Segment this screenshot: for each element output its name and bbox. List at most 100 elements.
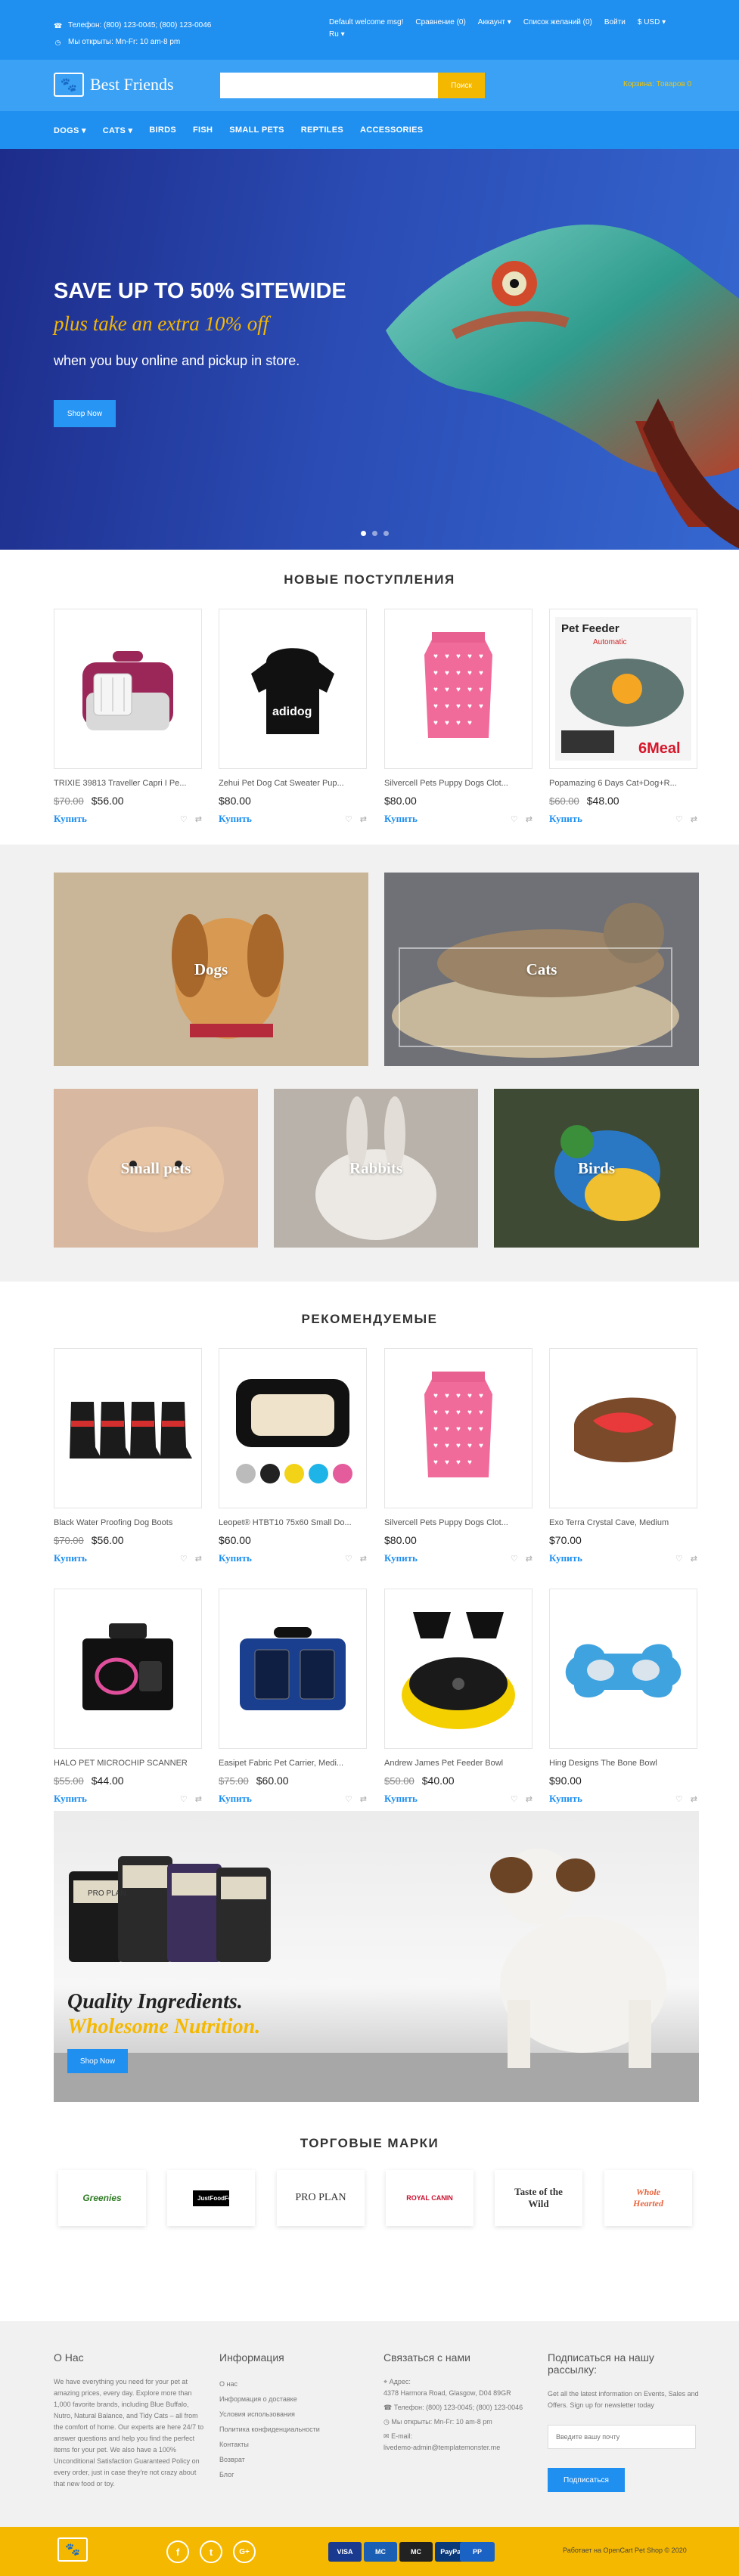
buy-button[interactable]: Купить [549,813,582,825]
product-image[interactable] [219,1348,367,1508]
product-name[interactable]: Popamazing 6 Days Cat+Dog+R... [549,779,693,788]
nav-fish[interactable]: FISH [193,126,213,135]
nav-dogs[interactable]: DOGS ▾ [54,126,86,135]
heart-icon[interactable]: ♡ [675,1794,683,1804]
buy-button[interactable]: Купить [54,813,87,825]
product-card[interactable]: Hing Designs The Bone Bowl $90.00 Купить ♡ ⇄ [549,1589,697,1805]
logo[interactable]: 🐾 Best Friends [54,73,174,97]
footer-info-link[interactable]: О нас [219,2376,356,2392]
footer-info-link[interactable]: Условия использования [219,2407,356,2422]
category-dogs[interactable]: Dogs [54,873,368,1066]
compare-icon[interactable]: ⇄ [195,814,202,824]
brand-pro-plan[interactable]: PRO PLAN [277,2170,365,2226]
product-name[interactable]: Easipet Fabric Pet Carrier, Medi... [219,1759,362,1768]
buy-button[interactable]: Купить [219,1793,252,1805]
compare-link[interactable]: Сравнение (0) [415,17,465,28]
footer-info-link[interactable]: Информация о доставке [219,2392,356,2407]
paw-house-icon[interactable]: 🐾 [57,2537,88,2562]
compare-icon[interactable]: ⇄ [691,814,697,824]
product-name[interactable]: HALO PET MICROCHIP SCANNER [54,1759,197,1768]
buy-button[interactable]: Купить [384,1793,418,1805]
buy-button[interactable]: Купить [549,1793,582,1805]
brand-whole-hearted[interactable]: Whole Hearted [604,2170,692,2226]
product-image[interactable] [549,1348,697,1508]
language-select[interactable]: Ru ▾ [329,30,345,39]
product-name[interactable]: Andrew James Pet Feeder Bowl [384,1759,528,1768]
product-card[interactable]: Pet Feeder Automatic 6Meal Popamazing 6 Day… [549,609,697,825]
hero-shop-now-button[interactable]: Shop Now [54,400,116,427]
brand-greenies[interactable]: Greenies [58,2170,146,2226]
product-image[interactable] [219,1589,367,1749]
heart-icon[interactable]: ♡ [511,814,518,824]
login-link[interactable]: Войти [604,17,626,28]
category-rabbits[interactable]: Rabbits [274,1089,478,1248]
slider-dot[interactable] [361,531,366,536]
category-cats[interactable]: Cats [384,873,699,1066]
product-card[interactable]: ♥ ♥ ♥ ♥ ♥ ♥ ♥ ♥ ♥ ♥ ♥ ♥ ♥ ♥ ♥ ♥ ♥ ♥ ♥ ♥ ♥ ♥ ♥ ♥ Silvercell Pets … [384,609,533,825]
footer-info-link[interactable]: Контакты [219,2437,356,2452]
buy-button[interactable]: Купить [54,1793,87,1805]
brand-justfood[interactable]: JustFoodForDogs [167,2170,255,2226]
product-name[interactable]: TRIXIE 39813 Traveller Capri I Pe... [54,779,197,788]
buy-button[interactable]: Купить [549,1552,582,1564]
product-image[interactable]: adidog [219,609,367,769]
twitter-icon[interactable]: t [200,2540,222,2563]
search-button[interactable]: Поиск [438,73,485,98]
compare-icon[interactable]: ⇄ [195,1794,202,1804]
category-birds[interactable]: Birds [494,1089,699,1248]
heart-icon[interactable]: ♡ [180,1554,188,1564]
heart-icon[interactable]: ♡ [675,814,683,824]
compare-icon[interactable]: ⇄ [360,1794,367,1804]
buy-button[interactable]: Купить [384,813,418,825]
buy-button[interactable]: Купить [219,813,252,825]
footer-info-link[interactable]: Политика конфиденциальности [219,2422,356,2437]
google-plus-icon[interactable]: G+ [233,2540,256,2563]
product-image[interactable] [54,609,202,769]
brand-royal-canin[interactable]: ROYAL CANIN [386,2170,474,2226]
product-image[interactable] [54,1348,202,1508]
heart-icon[interactable]: ♡ [345,814,352,824]
compare-icon[interactable]: ⇄ [526,1554,533,1564]
nav-small-pets[interactable]: SMALL PETS [229,126,284,135]
product-image[interactable]: Pet Feeder Automatic 6Meal [549,609,697,769]
product-card[interactable]: ♥ ♥ ♥ ♥ ♥ ♥ ♥ ♥ ♥ ♥ ♥ ♥ ♥ ♥ ♥ ♥ ♥ ♥ ♥ ♥ ♥ ♥ ♥ ♥ Silvercell Pets … [384,1348,533,1564]
compare-icon[interactable]: ⇄ [360,1554,367,1564]
footer-info-link[interactable]: Блог [219,2467,356,2482]
compare-icon[interactable]: ⇄ [195,1554,202,1564]
product-card[interactable]: Easipet Fabric Pet Carrier, Medi... $75.0… [219,1589,367,1805]
heart-icon[interactable]: ♡ [511,1554,518,1564]
product-image[interactable]: ♥ ♥ ♥ ♥ ♥ ♥ ♥ ♥ ♥ ♥ ♥ ♥ ♥ ♥ ♥ ♥ ♥ ♥ ♥ ♥ ♥ ♥ ♥ ♥ [384,609,533,769]
product-name[interactable]: Silvercell Pets Puppy Dogs Clot... [384,1518,528,1527]
nav-birds[interactable]: BIRDS [149,126,176,135]
buy-button[interactable]: Купить [384,1552,418,1564]
footer-info-link[interactable]: Возврат [219,2452,356,2467]
buy-button[interactable]: Купить [219,1552,252,1564]
search-input[interactable] [220,73,438,98]
nav-cats[interactable]: CATS ▾ [103,126,133,135]
heart-icon[interactable]: ♡ [345,1794,352,1804]
facebook-icon[interactable]: f [166,2540,189,2563]
newsletter-subscribe-button[interactable]: Подписаться [548,2468,625,2492]
product-name[interactable]: Exo Terra Crystal Cave, Medium [549,1518,693,1527]
nav-accessories[interactable]: ACCESSORIES [360,126,423,135]
product-card[interactable]: Exo Terra Crystal Cave, Medium $70.00 Купи… [549,1348,697,1564]
product-card[interactable]: HALO PET MICROCHIP SCANNER $55.00 $44.00 Ку… [54,1589,202,1805]
heart-icon[interactable]: ♡ [180,814,188,824]
product-card[interactable]: TRIXIE 39813 Traveller Capri I Pe... $70.… [54,609,202,825]
compare-icon[interactable]: ⇄ [360,814,367,824]
account-menu[interactable]: Аккаунт ▾ [478,17,511,28]
slider-dot[interactable] [372,531,377,536]
currency-select[interactable]: $ USD ▾ [638,17,666,28]
product-name[interactable]: Silvercell Pets Puppy Dogs Clot... [384,779,528,788]
heart-icon[interactable]: ♡ [511,1794,518,1804]
product-card[interactable]: Andrew James Pet Feeder Bowl $50.00 $40.00… [384,1589,533,1805]
wishlist-link[interactable]: Список желаний (0) [523,17,592,28]
product-image[interactable] [54,1589,202,1749]
product-card[interactable]: Leopet® HTBT10 75x60 Small Do... $60.00 Ку… [219,1348,367,1564]
footer-email[interactable]: livedemo-admin@templatemonster.me [383,2444,500,2451]
product-image[interactable]: ♥ ♥ ♥ ♥ ♥ ♥ ♥ ♥ ♥ ♥ ♥ ♥ ♥ ♥ ♥ ♥ ♥ ♥ ♥ ♥ ♥ ♥ ♥ ♥ [384,1348,533,1508]
product-card[interactable]: adidog Zehui Pet Dog Cat Sweater Pup... $8… [219,609,367,825]
nav-reptiles[interactable]: REPTILES [301,126,343,135]
compare-icon[interactable]: ⇄ [691,1554,697,1564]
category-small-pets[interactable]: Small pets [54,1089,258,1248]
